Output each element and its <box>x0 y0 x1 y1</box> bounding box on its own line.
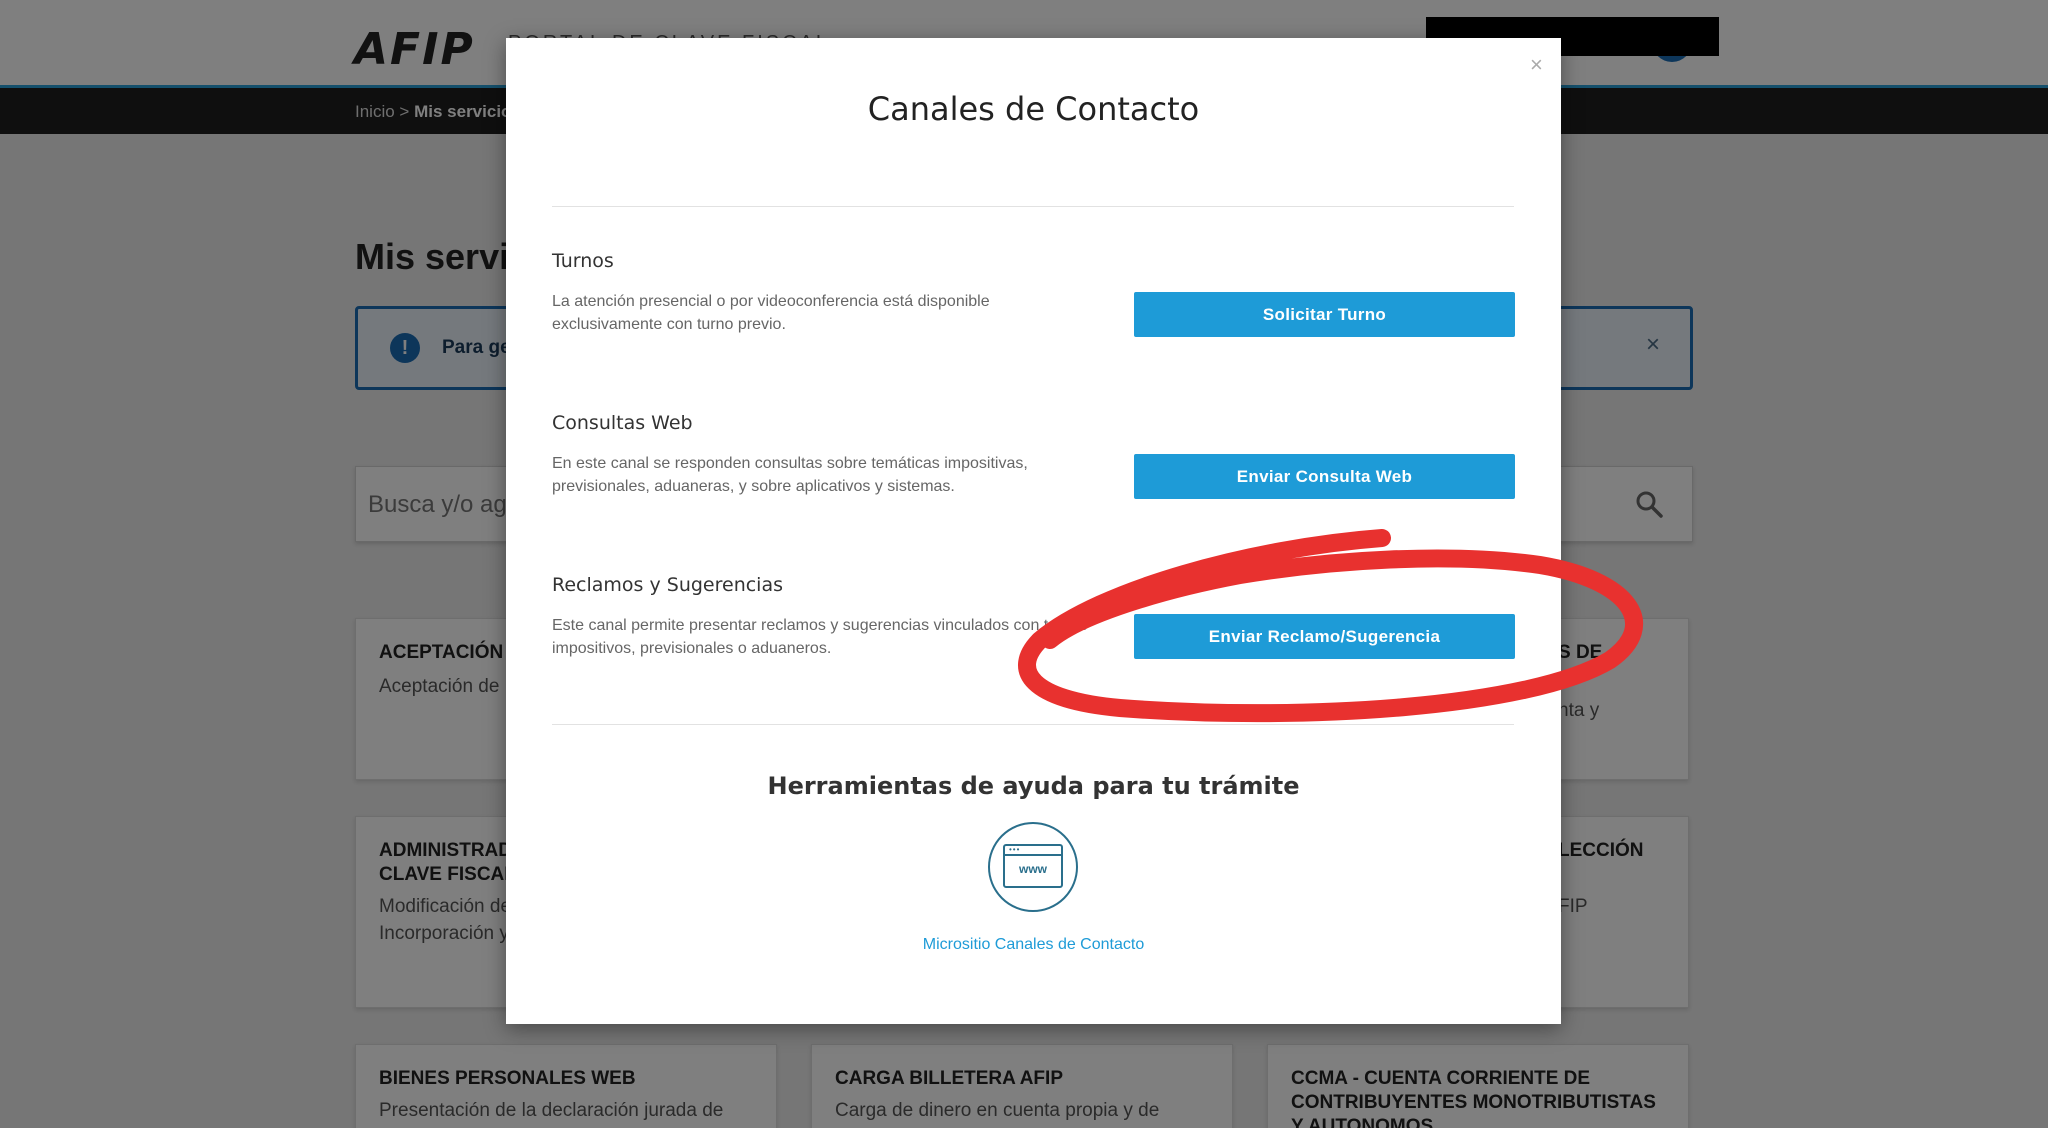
section-title-turnos: Turnos <box>552 250 614 272</box>
browser-window-icon: ••• www <box>1003 844 1063 888</box>
section-title-consultas: Consultas Web <box>552 412 693 434</box>
www-browser-icon[interactable]: ••• www <box>988 822 1078 912</box>
window-bar <box>1005 854 1061 856</box>
www-label: www <box>1018 862 1047 876</box>
contact-channels-modal: × Canales de Contacto Turnos La atención… <box>506 38 1561 1024</box>
divider <box>552 206 1514 207</box>
micrositio-link[interactable]: Micrositio Canales de Contacto <box>506 936 1561 954</box>
modal-title: Canales de Contacto <box>867 90 1200 128</box>
enviar-reclamo-sugerencia-button[interactable]: Enviar Reclamo/Sugerencia <box>1134 614 1515 659</box>
section-title-reclamos: Reclamos y Sugerencias <box>552 574 784 596</box>
help-tools-title: Herramientas de ayuda para tu trámite <box>767 772 1300 800</box>
section-desc-reclamos: Este canal permite presentar reclamos y … <box>552 617 1088 657</box>
section-desc-consultas: En este canal se responden consultas sob… <box>552 455 1028 495</box>
solicitar-turno-button[interactable]: Solicitar Turno <box>1134 292 1515 337</box>
section-desc-turnos: La atención presencial o por videoconfer… <box>552 293 990 333</box>
divider <box>552 724 1514 725</box>
enviar-consulta-web-button[interactable]: Enviar Consulta Web <box>1134 454 1515 499</box>
close-icon[interactable]: × <box>1530 52 1543 78</box>
window-dots-icon: ••• <box>1009 845 1021 854</box>
